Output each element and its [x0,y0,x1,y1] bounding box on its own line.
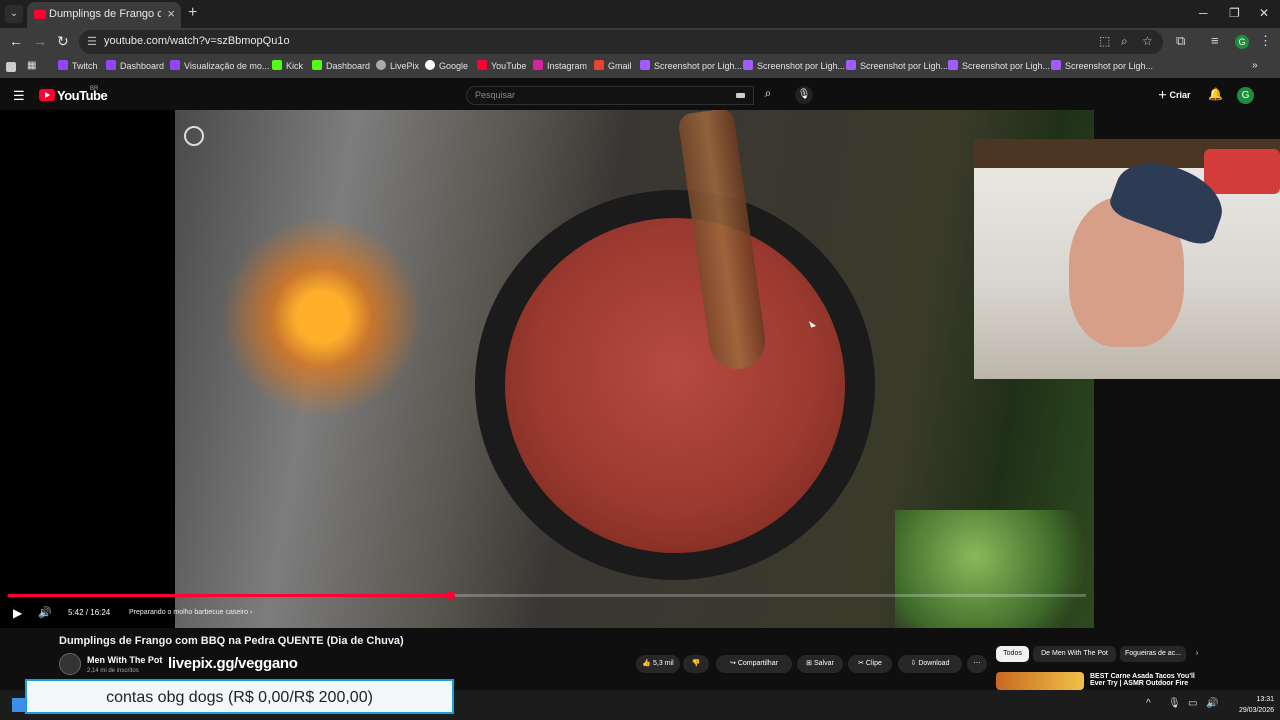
chip-all[interactable]: Todos [996,646,1029,662]
donation-goal-overlay: contas obg dogs (R$ 0,00/R$ 200,00) [25,679,454,714]
youtube-logo-icon[interactable] [39,89,55,101]
bookmark-kick[interactable]: Kick [272,60,303,71]
hamburger-menu-icon[interactable]: ☰ [13,88,25,104]
bookmark-dashboard[interactable]: Dashboard [106,60,164,71]
recommended-title[interactable]: BEST Carne Asada Tacos You'll Ever Try |… [1090,673,1200,687]
close-window-icon[interactable]: ✕ [1259,6,1269,20]
bookmark-gmail[interactable]: Gmail [594,60,632,71]
bookmark-screenshot-1[interactable]: Screenshot por Ligh... [640,60,742,71]
volume-icon[interactable]: 🔊 [38,606,52,619]
youtube-logo-text[interactable]: YouTube [57,88,108,103]
bookmark-screenshot-5[interactable]: Screenshot por Ligh... [1051,60,1153,71]
time-display: 5:42 / 16:24 [68,608,111,617]
menu-kebab-icon[interactable]: ⋮ [1259,33,1272,49]
bookmark-screenshot-4[interactable]: Screenshot por Ligh... [948,60,1050,71]
bbq-sauce [505,218,845,553]
bookmark-screenshot-2[interactable]: Screenshot por Ligh... [743,60,845,71]
bookmarks-bar: ▦ Twitch Dashboard Visualização de mo...… [0,56,1280,78]
restore-icon[interactable]: ❐ [1229,6,1240,20]
clock-time: 13:31 [1256,696,1274,703]
bookmark-dashboard-kick[interactable]: Dashboard [312,60,370,71]
download-button[interactable]: ⇩ Download [898,655,962,673]
bookmark-twitch[interactable]: Twitch [58,60,98,71]
reload-icon[interactable]: ↻ [57,33,69,50]
tab-search-icon[interactable]: ⌄ [5,5,23,23]
back-icon[interactable]: ← [9,33,23,49]
video-frame[interactable] [175,110,1094,628]
taskbar-clock[interactable]: 13:31 29/03/2026 [1230,694,1274,716]
youtube-header: ☰ YouTube BR Pesquisar [0,80,1280,110]
recommended-thumbnail[interactable] [996,672,1084,690]
play-icon[interactable]: ▶ [13,606,22,620]
search-placeholder: Pesquisar [475,90,516,100]
keyboard-icon[interactable] [736,93,745,98]
chapter-title[interactable]: Preparando o molho barbecue caseiro › [129,609,252,616]
extensions-icon[interactable]: ⧉ [1176,33,1185,49]
bookmark-livepix[interactable]: LivePix [376,60,419,71]
like-button[interactable]: 👍 5,3 mil [636,655,680,673]
moss-patch [895,510,1094,628]
tray-monitor-icon[interactable]: ▭ [1188,698,1197,709]
chips-next-icon[interactable]: › [1190,646,1204,662]
tab-title: Dumplings de Frango com BBQ [49,8,161,20]
site-info-icon[interactable]: ☰ [87,35,97,48]
address-bar[interactable]: ☰ youtube.com/watch?v=szBbmopQu1o ⬚ ⌕ ☆ [79,30,1163,54]
apps-icon[interactable] [6,62,16,72]
subscriber-count: 2,14 mi de inscritos [87,668,139,674]
chip-campfires[interactable]: Fogueiras de ac... [1120,646,1186,662]
channel-watermark-icon[interactable] [184,126,204,146]
bookmark-google[interactable]: Google [425,60,468,71]
grid-icon[interactable]: ▦ [27,60,36,71]
progress-bar[interactable] [8,591,1086,600]
share-button[interactable]: ↪ Compartilhar [716,655,792,673]
close-tab-icon[interactable]: × [167,6,175,21]
bookmark-star-icon[interactable]: ☆ [1142,34,1153,48]
notifications-bell-icon[interactable]: 🔔 [1208,87,1223,101]
region-code: BR [90,86,99,92]
tray-chevron-icon[interactable]: ^ [1146,698,1151,709]
forward-icon[interactable]: → [33,33,47,49]
more-bookmarks-icon[interactable]: » [1252,60,1258,71]
create-button[interactable]: ＋ Criar [1158,88,1191,101]
bookmark-screenshot-3[interactable]: Screenshot por Ligh... [846,60,948,71]
new-tab-button[interactable]: + [188,4,197,22]
microphone-icon[interactable]: 🎙 [795,86,813,104]
browser-tab[interactable]: Dumplings de Frango com BBQ × [27,2,181,28]
url-text[interactable]: youtube.com/watch?v=szBbmopQu1o [104,35,290,47]
progress-played [8,594,450,597]
channel-name[interactable]: Men With The Pot [87,655,162,665]
browser-tab-strip: ⌄ Dumplings de Frango com BBQ × + ─ ❐ ✕ [0,0,1280,28]
zoom-icon[interactable]: ⌕ [1121,34,1128,49]
stream-overlay-url: livepix.gg/veggano [168,655,298,672]
more-actions-icon[interactable]: ⋯ [967,655,987,673]
bookmark-instagram[interactable]: Instagram [533,60,587,71]
dislike-button[interactable]: 👎 [683,655,709,673]
windows-start-icon[interactable] [12,698,26,712]
search-icon[interactable]: ⌕ [755,86,781,105]
video-player[interactable]: ▶ 🔊 5:42 / 16:24 Preparando o molho barb… [0,110,1094,628]
search-input[interactable]: Pesquisar [466,86,754,105]
video-title: Dumplings de Frango com BBQ na Pedra QUE… [59,635,404,647]
clip-button[interactable]: ✂ Clipe [848,655,892,673]
chip-channel[interactable]: De Men With The Pot [1033,646,1116,662]
clock-date: 29/03/2026 [1238,707,1274,714]
save-button[interactable]: ⊞ Salvar [797,655,843,673]
webcam-overlay [974,139,1280,379]
tray-mic-icon[interactable]: 🎙 [1168,698,1181,709]
browser-toolbar: ← → ↻ ☰ youtube.com/watch?v=szBbmopQu1o … [0,28,1280,56]
progress-scrubber[interactable] [445,591,455,600]
media-icon[interactable]: ≡ [1211,33,1219,48]
bookmark-visualizacao[interactable]: Visualização de mo... [170,60,269,71]
bookmark-youtube[interactable]: YouTube [477,60,526,71]
channel-avatar[interactable] [59,653,81,675]
install-icon[interactable]: ⬚ [1099,34,1110,48]
minimize-icon[interactable]: ─ [1199,6,1208,20]
account-avatar[interactable]: G [1237,87,1254,104]
webcam-background-shelf [1204,149,1280,194]
youtube-favicon-icon [34,10,46,19]
browser-profile-avatar[interactable]: G [1235,35,1249,49]
donation-goal-text: contas obg dogs (R$ 0,00/R$ 200,00) [106,689,373,706]
tray-volume-icon[interactable]: 🔊 [1206,698,1218,709]
